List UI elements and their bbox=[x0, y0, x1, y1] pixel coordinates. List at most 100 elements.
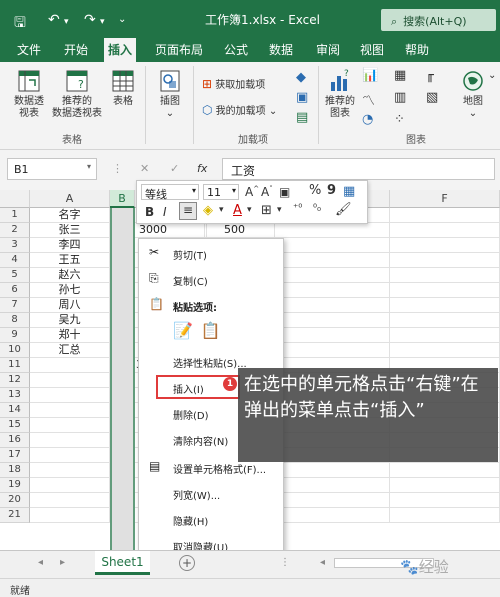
sheet-tab-sheet1[interactable]: Sheet1 bbox=[95, 551, 150, 575]
paste-formatting-icon[interactable]: 📝 bbox=[173, 321, 193, 340]
row-header[interactable]: 10 bbox=[0, 343, 30, 358]
tab-view[interactable]: 视图 bbox=[360, 41, 384, 58]
row-header[interactable]: 20 bbox=[0, 493, 30, 508]
cell-a[interactable] bbox=[30, 493, 110, 508]
cell-empty[interactable] bbox=[390, 223, 500, 238]
row-header[interactable]: 17 bbox=[0, 448, 30, 463]
row-header[interactable]: 14 bbox=[0, 403, 30, 418]
align-center-icon[interactable]: ≡ bbox=[179, 202, 197, 220]
cell-a[interactable] bbox=[30, 373, 110, 388]
accounting-format-icon[interactable]: ▣ bbox=[279, 185, 290, 199]
row-header[interactable]: 7 bbox=[0, 298, 30, 313]
get-addins-button[interactable]: ⊞ 获取加载项 bbox=[202, 76, 265, 91]
cell-empty[interactable] bbox=[275, 238, 390, 253]
cell-a[interactable]: 名字 bbox=[30, 208, 110, 223]
increase-font-icon[interactable]: A^ bbox=[245, 185, 259, 199]
column-header-f[interactable]: F bbox=[390, 190, 500, 208]
cell-empty[interactable] bbox=[390, 253, 500, 268]
cell-empty[interactable] bbox=[275, 478, 390, 493]
scatter-chart-icon[interactable]: ⁘ bbox=[394, 112, 405, 127]
people-graph-icon[interactable]: ▤ bbox=[296, 110, 308, 125]
font-name-dropdown[interactable]: 等线 ▾ bbox=[141, 184, 199, 201]
combo-chart-icon[interactable]: ▧ bbox=[426, 90, 438, 105]
next-sheet-icon[interactable]: ▸ bbox=[60, 557, 65, 568]
italic-icon[interactable]: I bbox=[163, 205, 167, 219]
cell-empty[interactable] bbox=[390, 493, 500, 508]
prev-sheet-icon[interactable]: ◂ bbox=[38, 557, 43, 568]
column-chart-icon[interactable]: 📊 bbox=[362, 68, 378, 83]
cell-empty[interactable] bbox=[390, 238, 500, 253]
row-header[interactable]: 12 bbox=[0, 373, 30, 388]
cell-a[interactable] bbox=[30, 418, 110, 433]
cell-empty[interactable] bbox=[390, 208, 500, 223]
more-ribbon-icon[interactable]: ⌄ bbox=[488, 70, 496, 81]
column-header-b[interactable]: B bbox=[110, 190, 135, 208]
row-header[interactable]: 15 bbox=[0, 418, 30, 433]
name-box-dropdown-icon[interactable]: ▾ bbox=[87, 162, 91, 171]
pie-chart-icon[interactable]: ◔ bbox=[362, 112, 373, 127]
statistic-chart-icon[interactable]: ▥ bbox=[394, 90, 406, 105]
cell-a[interactable] bbox=[30, 448, 110, 463]
row-header[interactable]: 5 bbox=[0, 268, 30, 283]
cell-a[interactable] bbox=[30, 478, 110, 493]
menu-item-w[interactable]: 列宽(W)... bbox=[139, 481, 285, 505]
scroll-left-icon[interactable]: ◂ bbox=[320, 557, 325, 568]
tab-review[interactable]: 审阅 bbox=[316, 41, 340, 58]
menu-item-c[interactable]: ⎘ 复制(C) bbox=[139, 267, 285, 291]
select-all-corner[interactable] bbox=[0, 190, 30, 208]
cell-a[interactable] bbox=[30, 388, 110, 403]
insert-function-icon[interactable]: fx bbox=[197, 162, 207, 175]
percent-icon[interactable]: % bbox=[309, 183, 321, 198]
row-header[interactable]: 1 bbox=[0, 208, 30, 223]
paste-values-icon[interactable]: 📋 bbox=[201, 321, 221, 340]
cell-empty[interactable] bbox=[390, 268, 500, 283]
cell-empty[interactable] bbox=[390, 508, 500, 523]
font-color-icon[interactable]: A bbox=[233, 203, 242, 218]
name-box[interactable]: B1 ▾ bbox=[7, 158, 97, 180]
borders-dropdown-icon[interactable]: ▾ bbox=[277, 205, 282, 215]
cell-empty[interactable] bbox=[275, 283, 390, 298]
map-chart-button[interactable]: 地图 ⌄ bbox=[458, 68, 488, 120]
tab-split-icon[interactable]: ⋮ bbox=[280, 557, 290, 568]
formula-input[interactable]: 工资 bbox=[222, 158, 495, 180]
undo-icon[interactable]: ↶ bbox=[48, 12, 60, 28]
cell-a[interactable]: 李四 bbox=[30, 238, 110, 253]
font-color-dropdown-icon[interactable]: ▾ bbox=[247, 205, 252, 215]
row-header[interactable]: 13 bbox=[0, 388, 30, 403]
cell-empty[interactable] bbox=[275, 223, 390, 238]
cell-empty[interactable] bbox=[275, 298, 390, 313]
cell-empty[interactable] bbox=[275, 508, 390, 523]
cell-empty[interactable] bbox=[275, 463, 390, 478]
cell-a[interactable] bbox=[30, 508, 110, 523]
save-icon[interactable]: 🖫 bbox=[14, 12, 26, 36]
row-header[interactable]: 18 bbox=[0, 463, 30, 478]
cell-empty[interactable] bbox=[390, 313, 500, 328]
row-header[interactable]: 9 bbox=[0, 328, 30, 343]
format-painter-icon[interactable]: 🖌 bbox=[335, 202, 352, 217]
my-addins-button[interactable]: ⬡ 我的加载项 ⌄ bbox=[202, 102, 277, 117]
cell-a[interactable]: 吴九 bbox=[30, 313, 110, 328]
table-button[interactable]: 表格 bbox=[106, 68, 140, 108]
row-header[interactable]: 2 bbox=[0, 223, 30, 238]
row-header[interactable]: 21 bbox=[0, 508, 30, 523]
fill-color-icon[interactable]: ◈ bbox=[203, 203, 213, 218]
fill-color-dropdown-icon[interactable]: ▾ bbox=[219, 205, 224, 215]
cell-empty[interactable] bbox=[275, 313, 390, 328]
cell-b2[interactable]: 3000 bbox=[137, 223, 207, 238]
row-header[interactable]: 16 bbox=[0, 433, 30, 448]
cell-a[interactable] bbox=[30, 358, 110, 373]
customize-toolbar-icon[interactable]: ⌄ bbox=[118, 14, 126, 25]
redo-icon[interactable]: ↷ bbox=[84, 12, 96, 28]
cell-empty[interactable] bbox=[275, 343, 390, 358]
cell-empty[interactable] bbox=[390, 463, 500, 478]
tab-formulas[interactable]: 公式 bbox=[224, 41, 248, 58]
add-sheet-icon[interactable]: + bbox=[179, 555, 195, 571]
tab-file[interactable]: 文件 bbox=[17, 41, 41, 58]
cell-a[interactable]: 张三 bbox=[30, 223, 110, 238]
comma-style-icon[interactable]: 9 bbox=[327, 183, 336, 198]
menu-item-t[interactable]: ✂ 剪切(T) bbox=[139, 241, 285, 265]
line-chart-icon[interactable]: 〽 bbox=[362, 90, 375, 109]
row-header[interactable]: 6 bbox=[0, 283, 30, 298]
undo-dropdown-icon[interactable]: ▾ bbox=[64, 17, 69, 27]
cell-empty[interactable] bbox=[275, 328, 390, 343]
